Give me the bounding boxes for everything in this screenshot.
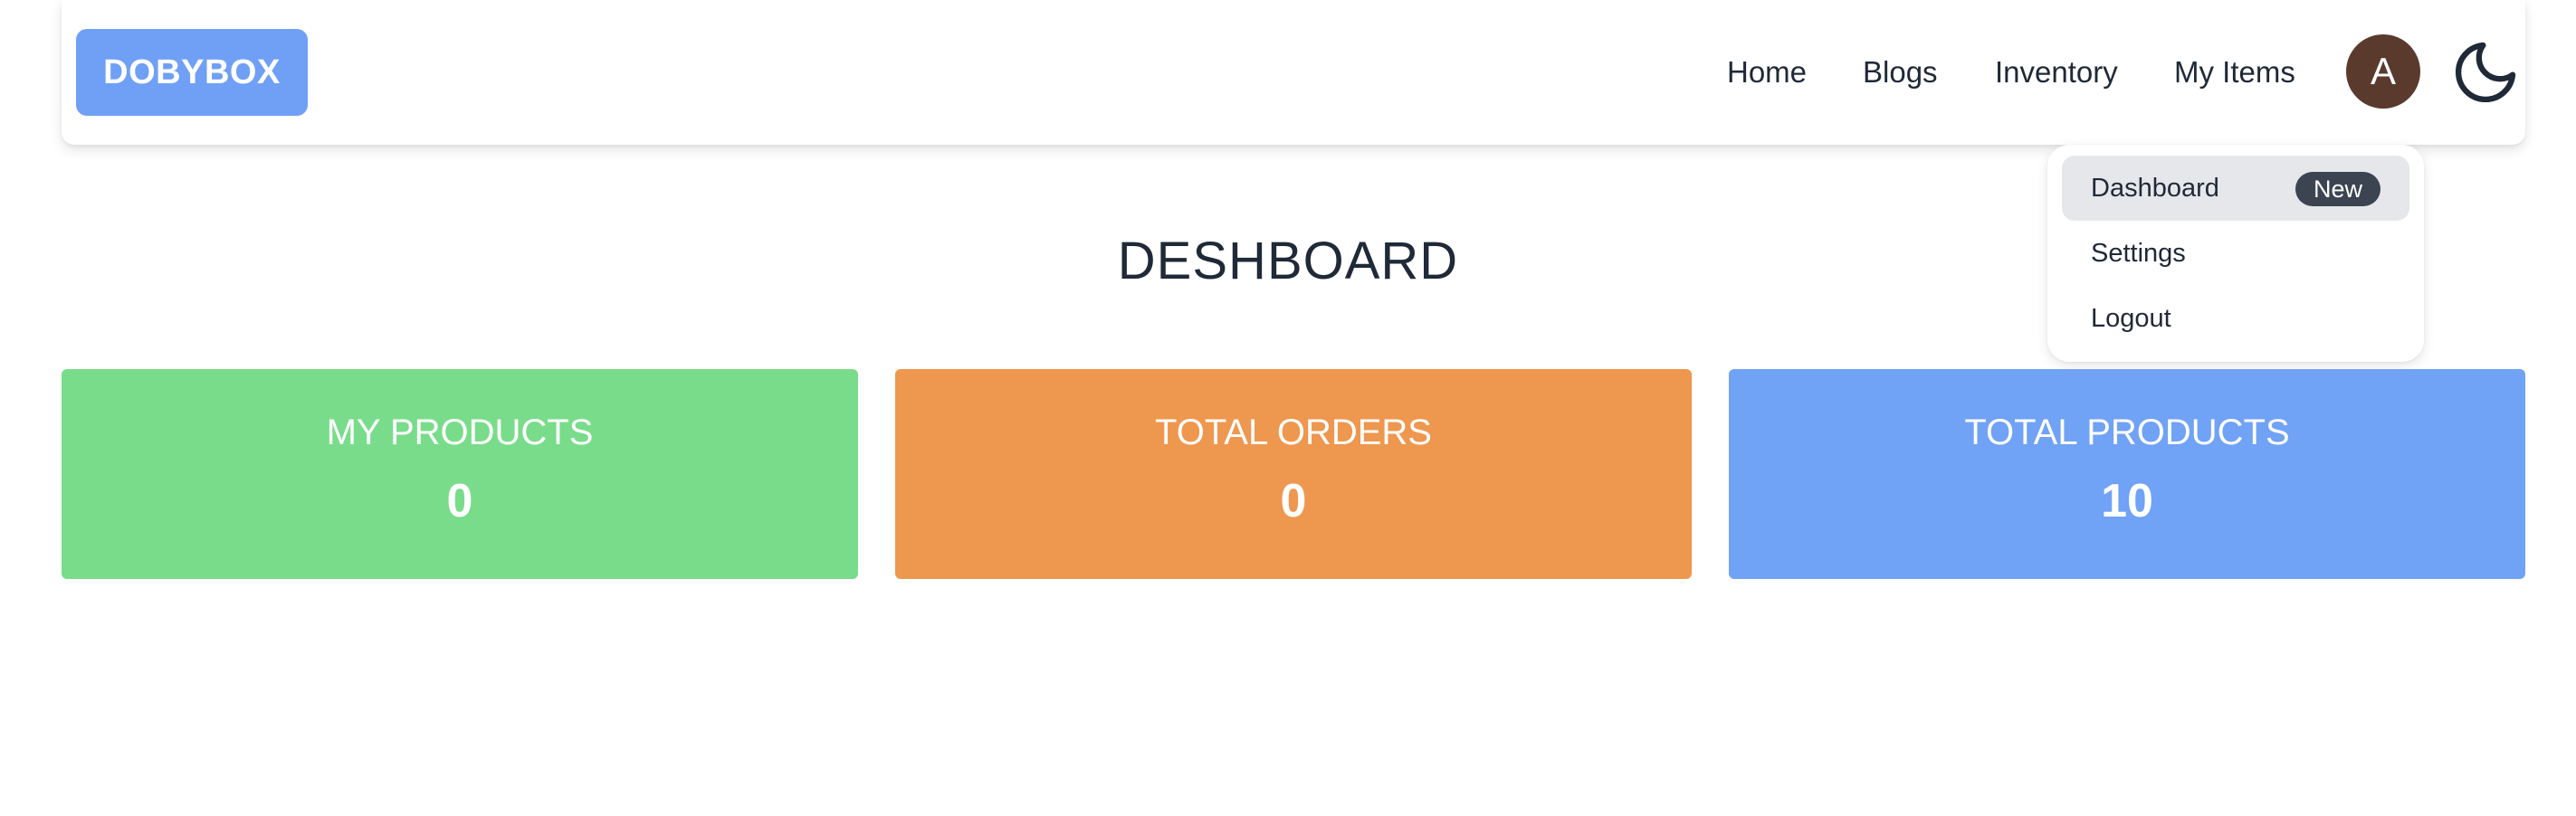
stat-card-value: 10: [2101, 475, 2153, 527]
stat-card-label: TOTAL PRODUCTS: [1964, 413, 2290, 452]
stat-card-total-orders: TOTAL ORDERS 0: [895, 369, 1692, 579]
stat-card-total-products: TOTAL PRODUCTS 10: [1729, 369, 2525, 579]
brand-logo-button[interactable]: DOBYBOX: [76, 29, 308, 116]
nav-link-home[interactable]: Home: [1727, 51, 1807, 94]
page-title: DESHBOARD: [1117, 232, 1459, 290]
stat-card-value: 0: [1280, 475, 1307, 527]
new-badge: New: [2295, 172, 2380, 206]
menu-item-label: Logout: [2091, 303, 2171, 333]
theme-toggle-button[interactable]: [2449, 36, 2522, 109]
menu-item-dashboard[interactable]: Dashboard New: [2062, 156, 2409, 221]
stat-card-my-products: MY PRODUCTS 0: [62, 369, 858, 579]
menu-item-label: Dashboard: [2091, 173, 2219, 203]
menu-item-logout[interactable]: Logout: [2062, 286, 2409, 351]
stat-card-label: MY PRODUCTS: [326, 413, 594, 452]
avatar-initial: A: [2370, 50, 2396, 92]
moon-icon: [2455, 42, 2516, 103]
user-avatar-button[interactable]: A: [2346, 34, 2420, 109]
nav-link-my-items[interactable]: My Items: [2174, 51, 2295, 94]
navbar: DOBYBOX Home Blogs Inventory My Items A: [62, 0, 2525, 145]
stat-card-value: 0: [446, 475, 473, 527]
stat-card-label: TOTAL ORDERS: [1155, 413, 1432, 452]
nav-link-inventory[interactable]: Inventory: [1995, 51, 2118, 94]
nav-link-blogs[interactable]: Blogs: [1863, 51, 1938, 94]
